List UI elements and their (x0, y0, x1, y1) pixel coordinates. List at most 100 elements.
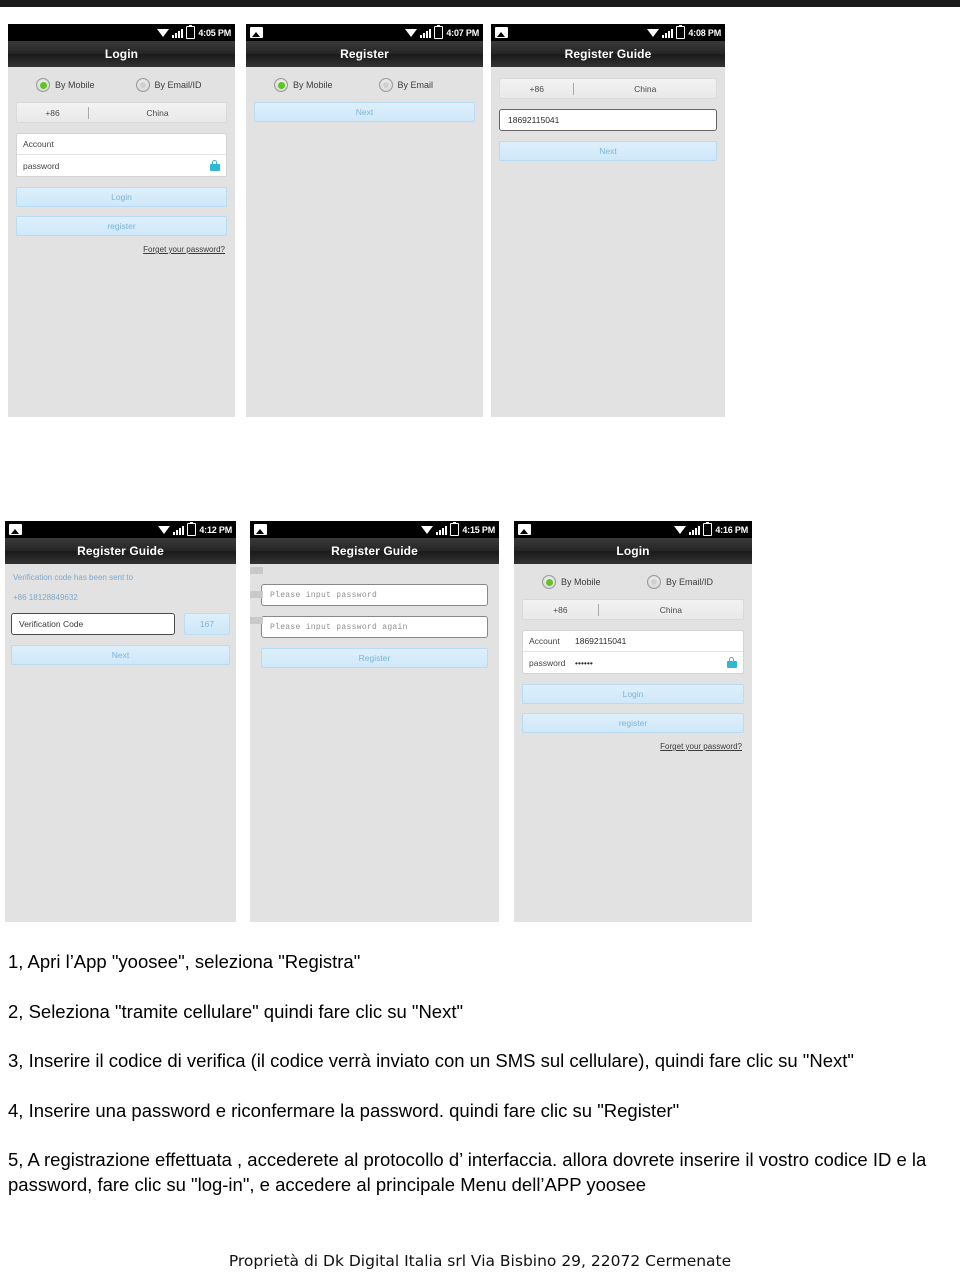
password-field[interactable]: password •••••• (523, 652, 743, 673)
radio-selected-icon (274, 78, 288, 92)
battery-icon (450, 522, 460, 536)
screen-title: Register (246, 41, 483, 67)
account-label: Account (23, 139, 54, 149)
radio-by-mobile[interactable]: By Mobile (22, 78, 122, 92)
password-confirm-input[interactable]: Please input password again (261, 616, 488, 638)
status-bar: 4:08 PM (491, 24, 725, 41)
register-button[interactable]: Register (261, 648, 488, 668)
signal-icon (420, 28, 432, 38)
lock-icon[interactable] (727, 657, 737, 668)
screenshot-login-empty: 4:05 PM Login By Mobile By Email/ID +86 … (8, 24, 235, 417)
instructions-list: 1, Apri l’App "yoosee", seleziona "Regis… (0, 950, 960, 1218)
radio-by-email[interactable]: By Email/ID (122, 78, 222, 92)
radio-unselected-icon (378, 78, 393, 92)
password-field[interactable]: password (17, 155, 226, 176)
country-name: China (146, 107, 169, 118)
status-bar: 4:15 PM (250, 521, 499, 538)
screenshot-register-guide-password: 4:15 PM Register Guide Please input pass… (250, 521, 499, 922)
battery-icon (676, 25, 686, 39)
status-bar: 4:12 PM (5, 521, 236, 538)
country-name: China (659, 604, 682, 615)
credentials-group: Account 18692115041 password •••••• (522, 630, 744, 674)
verification-note-line1: Verification code has been sent to (13, 573, 134, 582)
signal-icon (172, 28, 184, 38)
document-footer: Proprietà di Dk Digital Italia srl Via B… (228, 1252, 732, 1270)
account-field[interactable]: Account 18692115041 (523, 631, 743, 652)
radio-label: By Mobile (561, 577, 601, 587)
instruction-step-3: 3, Inserire il codice di verifica (il co… (8, 1050, 854, 1072)
status-time: 4:16 PM (715, 524, 748, 535)
wifi-icon (157, 28, 170, 38)
photo-notification-icon (9, 524, 22, 535)
register-button[interactable]: register (522, 713, 744, 733)
next-button[interactable]: Next (11, 645, 230, 665)
radio-by-mobile[interactable]: By Mobile (528, 575, 633, 589)
wifi-icon (158, 525, 171, 535)
instruction-step-4: 4, Inserire una password e riconfermare … (8, 1099, 680, 1121)
country-code: +86 (45, 107, 60, 118)
verification-code-input[interactable]: Verification Code (11, 613, 175, 635)
status-time: 4:12 PM (199, 524, 232, 535)
account-label: Account (529, 636, 560, 646)
photo-notification-icon (518, 524, 531, 535)
scroll-artifact-tab (250, 617, 263, 624)
password-label: password (23, 160, 60, 171)
forgot-password-link[interactable]: Forget your password? (16, 245, 227, 254)
status-bar: 4:16 PM (514, 521, 752, 538)
country-name: China (634, 83, 657, 94)
wifi-icon (405, 28, 418, 38)
lock-icon[interactable] (210, 160, 220, 171)
screenshot-register-method: 4:07 PM Register By Mobile By Email Next (246, 24, 483, 417)
signal-icon (173, 525, 185, 535)
radio-label: By Email/ID (154, 80, 202, 90)
login-method-radios: By Mobile By Email/ID (16, 67, 227, 102)
next-button[interactable]: Next (254, 102, 475, 122)
radio-label: By Mobile (55, 80, 95, 90)
account-field[interactable]: Account (17, 134, 226, 155)
screenshot-register-guide-code: 4:12 PM Register Guide Verification code… (5, 521, 236, 922)
login-button[interactable]: Login (522, 684, 744, 704)
register-method-radios: By Mobile By Email (254, 67, 475, 102)
radio-by-email[interactable]: By Email (365, 78, 470, 92)
password-label: password (529, 657, 566, 668)
radio-by-mobile[interactable]: By Mobile (260, 78, 365, 92)
forgot-password-link[interactable]: Forget your password? (522, 742, 744, 751)
battery-icon (703, 522, 713, 536)
scroll-artifact-tab (250, 591, 263, 598)
password-input[interactable]: Please input password (261, 584, 488, 606)
credentials-group: Account password (16, 133, 227, 177)
radio-selected-icon (542, 575, 556, 589)
instruction-step-2: 2, Seleziona "tramite cellulare" quindi … (8, 1000, 464, 1022)
status-bar: 4:07 PM (246, 24, 483, 41)
next-button[interactable]: Next (499, 141, 717, 161)
screen-title: Register Guide (491, 41, 725, 67)
register-button[interactable]: register (16, 216, 227, 236)
verification-note-line2: +86 18128849632 (13, 593, 78, 602)
photo-notification-icon (495, 27, 508, 38)
wifi-icon (647, 28, 660, 38)
wifi-icon (421, 525, 434, 535)
signal-icon (436, 525, 448, 535)
status-time: 4:15 PM (462, 524, 495, 535)
battery-icon (186, 25, 196, 39)
country-selector[interactable]: +86 China (522, 599, 744, 620)
status-bar: 4:05 PM (8, 24, 235, 41)
battery-icon (187, 522, 197, 536)
password-value: •••••• (575, 657, 593, 668)
radio-by-email[interactable]: By Email/ID (633, 575, 738, 589)
login-button[interactable]: Login (16, 187, 227, 207)
instruction-step-1: 1, Apri l’App "yoosee", seleziona "Regis… (8, 951, 361, 972)
phone-number-input[interactable]: 18692115041 (499, 109, 717, 131)
country-selector[interactable]: +86 China (499, 78, 717, 99)
resend-timer-button[interactable]: 167 (184, 613, 230, 635)
instruction-step-5: 5, A registrazione effettuata , accedere… (8, 1149, 927, 1195)
login-method-radios: By Mobile By Email/ID (522, 564, 744, 599)
country-selector[interactable]: +86 China (16, 102, 227, 123)
status-time: 4:07 PM (446, 27, 479, 38)
radio-unselected-icon (135, 78, 150, 92)
screenshot-register-guide-phone: 4:08 PM Register Guide +86 China 1869211… (491, 24, 725, 417)
battery-icon (434, 25, 444, 39)
radio-selected-icon (36, 78, 50, 92)
status-time: 4:05 PM (198, 27, 231, 38)
signal-icon (662, 28, 674, 38)
